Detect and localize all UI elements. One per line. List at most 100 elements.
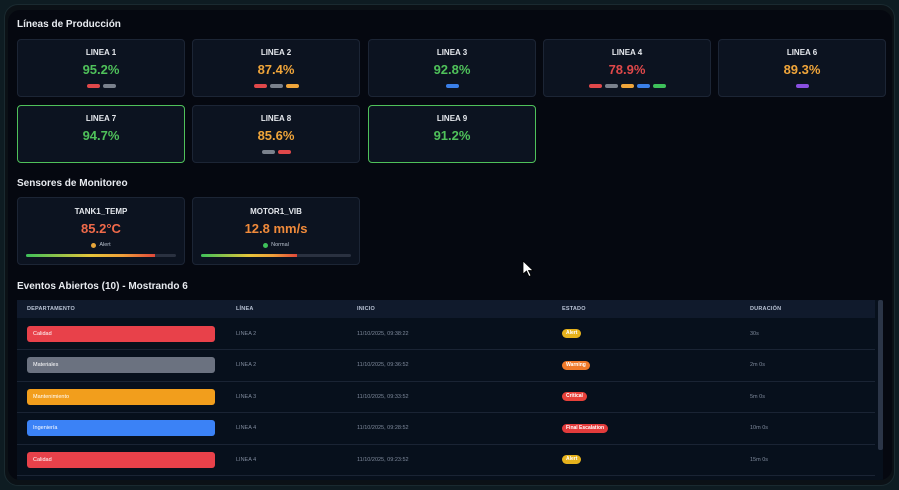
line-card[interactable]: LINEA 2 87.4% — [192, 39, 360, 97]
sensor-gauge-fill — [201, 254, 297, 257]
start-cell: 11/10/2025, 09:36:52 — [347, 349, 552, 382]
sensor-name: TANK1_TEMP — [74, 207, 128, 216]
sensor-gauge-fill — [26, 254, 155, 257]
status-badge: Warning — [562, 360, 590, 370]
sensor-status: Normal — [193, 242, 359, 248]
line-name: LINEA 7 — [85, 114, 117, 123]
start-cell: 11/10/2025, 09:28:52 — [347, 412, 552, 445]
line-card[interactable]: LINEA 4 78.9% — [543, 39, 711, 97]
line-name: LINEA 3 — [436, 48, 468, 57]
mouse-cursor-icon — [522, 260, 535, 278]
start-cell: 11/10/2025, 09:33:52 — [347, 381, 552, 413]
duration-cell: 15m 0s — [740, 444, 875, 476]
line-name: LINEA 8 — [260, 114, 292, 123]
line-event-indicators — [369, 84, 535, 88]
event-indicator-dot — [636, 84, 650, 88]
column-header-status[interactable]: ESTADO — [552, 300, 740, 318]
status-cell: Final Escalation — [552, 412, 740, 445]
events-table-container[interactable]: DEPARTAMENTO LÍNEA INICIO ESTADO DURACIÓ… — [17, 300, 883, 480]
sensor-value: 85.2°C — [81, 221, 121, 236]
line-cell: LINEA 4 — [226, 412, 347, 445]
event-indicator-dot — [588, 84, 602, 88]
line-efficiency-value: 89.3% — [783, 62, 821, 77]
status-cell: Alert — [552, 444, 740, 476]
line-efficiency-value: 92.8% — [433, 62, 471, 77]
status-dot-icon — [91, 242, 97, 248]
line-card[interactable]: LINEA 6 89.3% — [718, 39, 886, 97]
event-indicator-dot — [261, 150, 275, 154]
duration-cell: 10m 0s — [740, 412, 875, 445]
sensor-name: MOTOR1_VIB — [250, 207, 302, 216]
sensor-gauge — [201, 254, 351, 257]
line-event-indicators — [719, 84, 885, 88]
sensor-status-label: Normal — [271, 242, 289, 248]
line-cell: LINEA 4 — [226, 444, 347, 476]
table-row[interactable]: Mantenimiento LINEA 3 11/10/2025, 09:33:52… — [17, 381, 875, 413]
line-name: LINEA 9 — [436, 114, 468, 123]
events-table-header: DEPARTAMENTO LÍNEA INICIO ESTADO DURACIÓ… — [17, 300, 875, 318]
line-efficiency-value: 85.6% — [257, 128, 295, 143]
department-pill[interactable]: Calidad — [27, 451, 215, 468]
department-pill[interactable]: Calidad — [27, 325, 215, 342]
line-name: LINEA 6 — [786, 48, 818, 57]
line-event-indicators — [544, 84, 710, 88]
duration-cell: 30s — [740, 318, 875, 350]
table-row[interactable]: Calidad LINEA 4 11/10/2025, 09:23:52 Alert 1… — [17, 444, 875, 476]
event-indicator-dot — [795, 84, 809, 88]
sensor-card[interactable]: TANK1_TEMP 85.2°C Alert — [17, 197, 185, 265]
department-pill[interactable]: Materiales — [27, 357, 215, 374]
line-efficiency-value: 78.9% — [608, 62, 646, 77]
department-pill[interactable]: Ingeniería — [27, 420, 215, 437]
department-cell: Materiales — [17, 349, 226, 382]
status-badge: Critical — [562, 392, 587, 402]
line-cell: LINEA 3 — [226, 381, 347, 413]
sensor-status-label: Alert — [99, 242, 111, 248]
line-card[interactable]: LINEA 3 92.8% — [368, 39, 536, 97]
line-event-indicators — [193, 150, 359, 154]
app-frame: Líneas de Producción LINEA 1 95.2% LINEA 2… — [4, 4, 895, 486]
events-section-title: Eventos Abiertos (10) - Mostrando 6 — [17, 281, 188, 292]
department-pill[interactable]: Mantenimiento — [27, 388, 215, 405]
line-efficiency-value: 91.2% — [433, 128, 471, 143]
table-row[interactable]: Ingeniería LINEA 4 11/10/2025, 09:28:52 Fin… — [17, 412, 875, 445]
sensor-value: 12.8 mm/s — [244, 221, 308, 236]
line-event-indicators — [193, 84, 359, 88]
line-cell: LINEA 2 — [226, 318, 347, 350]
line-cell: LINEA 2 — [226, 349, 347, 382]
start-cell: 11/10/2025, 09:23:52 — [347, 444, 552, 476]
events-table: DEPARTAMENTO LÍNEA INICIO ESTADO DURACIÓ… — [17, 300, 875, 476]
line-event-indicators — [18, 84, 184, 88]
line-name: LINEA 2 — [260, 48, 292, 57]
line-efficiency-value: 95.2% — [82, 62, 120, 77]
status-dot-icon — [263, 242, 269, 248]
column-header-department[interactable]: DEPARTAMENTO — [17, 300, 226, 318]
event-indicator-dot — [269, 84, 283, 88]
column-header-line[interactable]: LÍNEA — [226, 300, 347, 318]
sensor-status: Alert — [18, 242, 184, 248]
line-card[interactable]: LINEA 8 85.6% — [192, 105, 360, 163]
sensor-card[interactable]: MOTOR1_VIB 12.8 mm/s Normal — [192, 197, 360, 265]
status-cell: Warning — [552, 349, 740, 382]
line-card[interactable]: LINEA 7 94.7% — [17, 105, 185, 163]
table-scrollbar[interactable] — [878, 300, 883, 450]
line-name: LINEA 1 — [85, 48, 117, 57]
event-indicator-dot — [86, 84, 100, 88]
event-indicator-dot — [285, 84, 299, 88]
event-indicator-dot — [102, 84, 116, 88]
line-card[interactable]: LINEA 1 95.2% — [17, 39, 185, 97]
start-cell: 11/10/2025, 09:38:22 — [347, 318, 552, 350]
column-header-start[interactable]: INICIO — [347, 300, 552, 318]
event-indicator-dot — [445, 84, 459, 88]
department-cell: Calidad — [17, 318, 226, 350]
dashboard-panel: Líneas de Producción LINEA 1 95.2% LINEA 2… — [8, 10, 892, 480]
sensors-section-title: Sensores de Monitoreo — [17, 178, 128, 189]
table-row[interactable]: Calidad LINEA 2 11/10/2025, 09:38:22 Alert 3… — [17, 318, 875, 350]
status-cell: Alert — [552, 318, 740, 350]
column-header-duration[interactable]: DURACIÓN — [740, 300, 875, 318]
line-efficiency-value: 87.4% — [257, 62, 295, 77]
line-card[interactable]: LINEA 9 91.2% — [368, 105, 536, 163]
event-indicator-dot — [620, 84, 634, 88]
duration-cell: 2m 0s — [740, 349, 875, 382]
duration-cell: 5m 0s — [740, 381, 875, 413]
table-row[interactable]: Materiales LINEA 2 11/10/2025, 09:36:52 War… — [17, 349, 875, 382]
